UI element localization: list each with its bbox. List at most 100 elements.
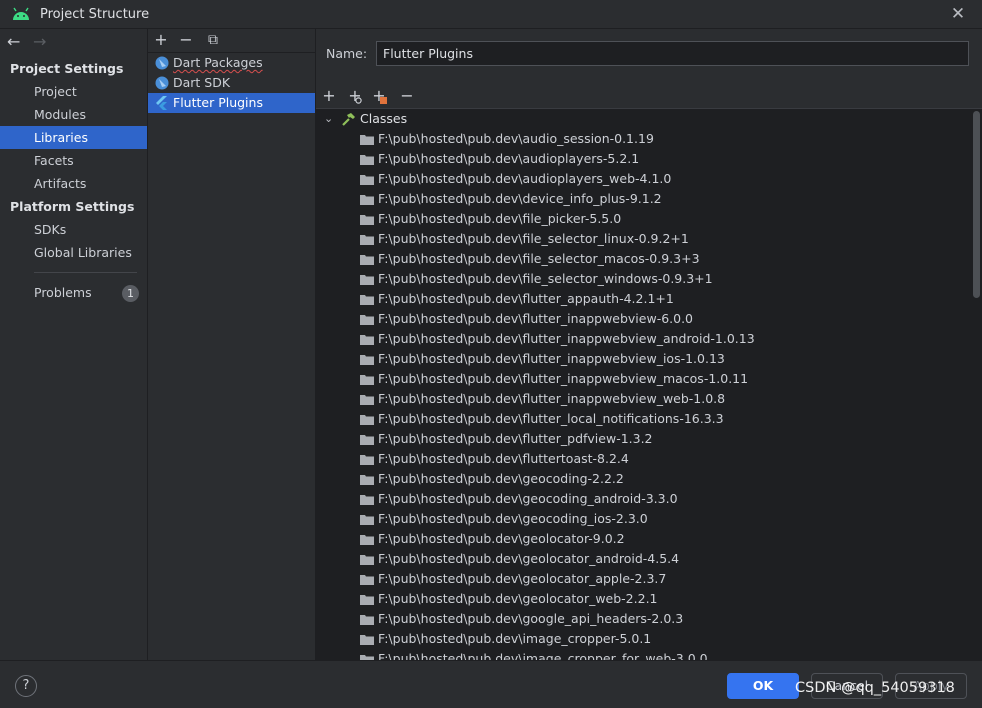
class-path-label: F:\pub\hosted\pub.dev\geolocator_android… [378, 551, 680, 566]
close-icon[interactable]: ✕ [948, 4, 968, 24]
nav-divider [34, 272, 137, 273]
forward-arrow-icon[interactable]: → [33, 32, 46, 51]
android-icon [13, 7, 29, 20]
ok-button[interactable]: OK [727, 673, 799, 699]
nav-item-libraries[interactable]: Libraries [0, 126, 147, 149]
class-path-row[interactable]: F:\pub\hosted\pub.dev\audio_session-0.1.… [316, 129, 982, 149]
hammer-icon [342, 113, 355, 126]
dart-icon [155, 76, 169, 90]
class-path-row[interactable]: F:\pub\hosted\pub.dev\geocoding_android-… [316, 489, 982, 509]
class-path-row[interactable]: F:\pub\hosted\pub.dev\fluttertoast-8.2.4 [316, 449, 982, 469]
class-path-row[interactable]: F:\pub\hosted\pub.dev\flutter_inappwebvi… [316, 349, 982, 369]
folder-icon [360, 175, 374, 185]
class-path-label: F:\pub\hosted\pub.dev\file_selector_maco… [378, 251, 700, 266]
folder-icon [360, 155, 374, 165]
class-path-row[interactable]: F:\pub\hosted\pub.dev\file_selector_linu… [316, 229, 982, 249]
class-path-row[interactable]: F:\pub\hosted\pub.dev\flutter_appauth-4.… [316, 289, 982, 309]
library-detail-panel: Name: + + + − ⌄ Classes F:\pub\hosted\pu… [316, 29, 982, 660]
nav-item-facets[interactable]: Facets [0, 149, 147, 172]
dialog-footer: ? OK Cancel Apply CSDN @qq_54059318 [0, 660, 982, 708]
tree-node-classes[interactable]: ⌄ Classes [316, 109, 982, 129]
library-item-flutter-plugins[interactable]: Flutter Plugins [148, 93, 315, 113]
class-path-row[interactable]: F:\pub\hosted\pub.dev\geolocator_android… [316, 549, 982, 569]
class-path-row[interactable]: F:\pub\hosted\pub.dev\google_api_headers… [316, 609, 982, 629]
problems-count-badge: 1 [122, 285, 139, 302]
folder-icon [360, 515, 374, 525]
class-path-row[interactable]: F:\pub\hosted\pub.dev\flutter_inappwebvi… [316, 369, 982, 389]
library-item-dart-sdk[interactable]: Dart SDK [148, 73, 315, 93]
folder-icon [360, 215, 374, 225]
class-path-row[interactable]: F:\pub\hosted\pub.dev\audioplayers_web-4… [316, 169, 982, 189]
class-path-row[interactable]: F:\pub\hosted\pub.dev\device_info_plus-9… [316, 189, 982, 209]
back-arrow-icon[interactable]: ← [7, 32, 20, 51]
class-path-row[interactable]: F:\pub\hosted\pub.dev\geocoding-2.2.2 [316, 469, 982, 489]
class-path-label: F:\pub\hosted\pub.dev\geolocator-9.0.2 [378, 531, 625, 546]
library-name-input[interactable] [376, 41, 969, 66]
vertical-scrollbar[interactable] [973, 111, 980, 298]
library-item-dart-packages[interactable]: Dart Packages [148, 53, 315, 73]
folder-icon [360, 255, 374, 265]
class-path-row[interactable]: F:\pub\hosted\pub.dev\flutter_local_noti… [316, 409, 982, 429]
copy-library-icon[interactable]: ⧉ [204, 31, 222, 49]
folder-icon [360, 535, 374, 545]
folder-icon [360, 315, 374, 325]
folder-icon [360, 235, 374, 245]
library-label: Dart Packages [173, 55, 263, 70]
class-path-row[interactable]: F:\pub\hosted\pub.dev\geolocator_web-2.2… [316, 589, 982, 609]
nav-item-modules[interactable]: Modules [0, 103, 147, 126]
chevron-down-icon[interactable]: ⌄ [324, 109, 333, 129]
library-toolbar: + − ⧉ [148, 29, 315, 53]
folder-icon [360, 615, 374, 625]
folder-icon [360, 475, 374, 485]
class-path-row[interactable]: F:\pub\hosted\pub.dev\file_selector_wind… [316, 269, 982, 289]
class-path-row[interactable]: F:\pub\hosted\pub.dev\flutter_inappwebvi… [316, 329, 982, 349]
folder-icon [360, 355, 374, 365]
csdn-watermark: CSDN @qq_54059318 [795, 680, 955, 696]
class-path-row[interactable]: F:\pub\hosted\pub.dev\flutter_inappwebvi… [316, 389, 982, 409]
orange-badge-icon [380, 97, 387, 104]
class-path-row[interactable]: F:\pub\hosted\pub.dev\flutter_pdfview-1.… [316, 429, 982, 449]
class-path-row[interactable]: F:\pub\hosted\pub.dev\image_cropper_for_… [316, 649, 982, 660]
window-title: Project Structure [40, 7, 150, 22]
nav-section-platform-settings: Platform Settings [10, 199, 135, 214]
class-path-label: F:\pub\hosted\pub.dev\flutter_inappwebvi… [378, 391, 726, 406]
class-path-row[interactable]: F:\pub\hosted\pub.dev\geolocator-9.0.2 [316, 529, 982, 549]
class-path-row[interactable]: F:\pub\hosted\pub.dev\geolocator_apple-2… [316, 569, 982, 589]
class-path-label: F:\pub\hosted\pub.dev\flutter_inappwebvi… [378, 371, 749, 386]
add-special-icon[interactable]: + [346, 87, 364, 105]
dart-icon [155, 56, 169, 70]
nav-item-sdks[interactable]: SDKs [0, 218, 147, 241]
nav-item-problems[interactable]: Problems 1 [0, 281, 147, 304]
class-path-row[interactable]: F:\pub\hosted\pub.dev\flutter_inappwebvi… [316, 309, 982, 329]
nav-section-project-settings: Project Settings [10, 61, 124, 76]
class-path-label: F:\pub\hosted\pub.dev\geolocator_web-2.2… [378, 591, 658, 606]
nav-item-global-libraries[interactable]: Global Libraries [0, 241, 147, 264]
nav-item-project[interactable]: Project [0, 80, 147, 103]
add-native-icon[interactable]: + [370, 87, 388, 105]
nav-item-artifacts[interactable]: Artifacts [0, 172, 147, 195]
class-path-row[interactable]: F:\pub\hosted\pub.dev\file_picker-5.5.0 [316, 209, 982, 229]
help-button[interactable]: ? [15, 675, 37, 697]
remove-library-icon[interactable]: − [177, 31, 195, 49]
folder-icon [360, 455, 374, 465]
add-icon[interactable]: + [320, 87, 338, 105]
class-path-label: F:\pub\hosted\pub.dev\flutter_inappwebvi… [378, 311, 694, 326]
class-path-label: F:\pub\hosted\pub.dev\google_api_headers… [378, 611, 684, 626]
class-path-row[interactable]: F:\pub\hosted\pub.dev\geocoding_ios-2.3.… [316, 509, 982, 529]
remove-icon[interactable]: − [398, 87, 416, 105]
add-library-icon[interactable]: + [152, 31, 170, 49]
class-path-row[interactable]: F:\pub\hosted\pub.dev\file_selector_maco… [316, 249, 982, 269]
nav-arrows: ← → [0, 29, 147, 57]
class-path-label: F:\pub\hosted\pub.dev\audioplayers-5.2.1 [378, 151, 640, 166]
class-path-row[interactable]: F:\pub\hosted\pub.dev\audioplayers-5.2.1 [316, 149, 982, 169]
class-path-label: F:\pub\hosted\pub.dev\device_info_plus-9… [378, 191, 662, 206]
folder-icon [360, 635, 374, 645]
gear-badge-icon [355, 97, 362, 104]
class-path-label: F:\pub\hosted\pub.dev\geolocator_apple-2… [378, 571, 667, 586]
class-path-label: F:\pub\hosted\pub.dev\geocoding_ios-2.3.… [378, 511, 648, 526]
class-path-label: F:\pub\hosted\pub.dev\flutter_inappwebvi… [378, 331, 755, 346]
class-path-label: F:\pub\hosted\pub.dev\flutter_appauth-4.… [378, 291, 674, 306]
class-path-label: F:\pub\hosted\pub.dev\audio_session-0.1.… [378, 131, 654, 146]
class-path-row[interactable]: F:\pub\hosted\pub.dev\image_cropper-5.0.… [316, 629, 982, 649]
title-bar: Project Structure ✕ [0, 0, 982, 29]
